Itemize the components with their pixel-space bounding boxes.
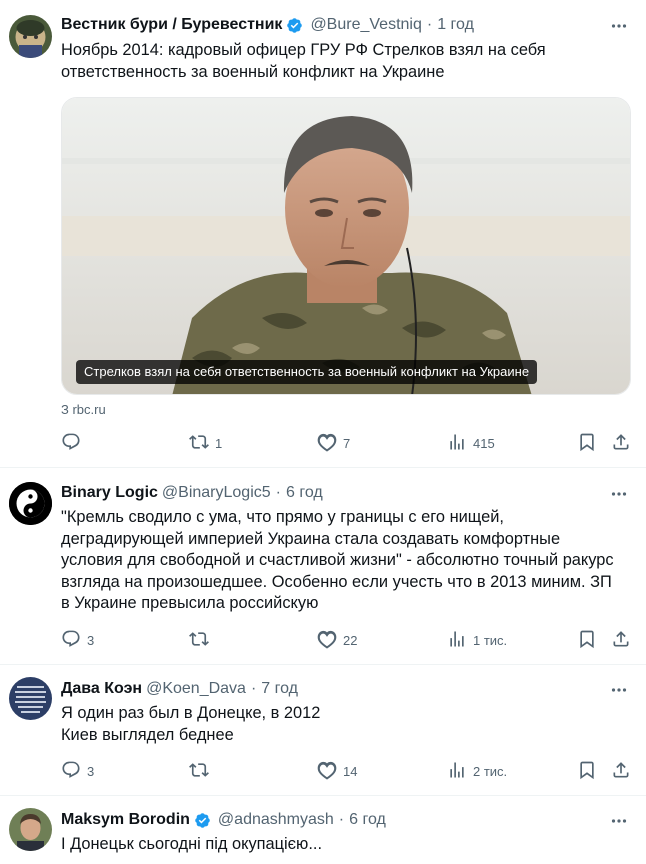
retweet-button[interactable] [189, 759, 215, 783]
retweet-icon [189, 432, 209, 455]
author-handle[interactable]: @Koen_Dava [146, 679, 246, 699]
tweet-2[interactable]: Binary Logic @BinaryLogic5 · 6 год "Крем… [0, 468, 646, 664]
tweet-header: Binary Logic @BinaryLogic5 · 6 год [61, 483, 323, 503]
heart-icon [317, 432, 337, 455]
avatar[interactable] [9, 482, 52, 525]
share-icon [611, 760, 631, 783]
tweet-text: Я один раз был в Донецке, в 2012 Киев вы… [61, 704, 321, 744]
author-name[interactable]: Binary Logic [61, 483, 158, 503]
separator-dot: · [338, 811, 345, 828]
more-options-icon[interactable] [609, 811, 629, 831]
like-count: 22 [343, 632, 358, 648]
author-name[interactable]: Вестник бури / Буревестник [61, 15, 282, 35]
views-button[interactable]: 415 [447, 431, 495, 455]
bookmark-icon [577, 629, 597, 652]
avatar[interactable] [9, 808, 52, 851]
retweet-icon [189, 760, 209, 783]
views-chart-icon [447, 760, 467, 783]
retweet-button[interactable]: 1 [189, 431, 222, 455]
tweet-actions: 3 14 2 тис. [61, 759, 631, 783]
author-name[interactable]: Дава Коэн [61, 679, 142, 699]
separator-dot: · [275, 484, 281, 501]
more-options-icon[interactable] [609, 484, 629, 504]
share-icon [611, 629, 631, 652]
tweet-text: І Донецьк сьогодні під окупацією... [61, 835, 323, 853]
bookmark-icon [577, 760, 597, 783]
tweet-header: Вестник бури / Буревестник @Bure_Vestniq… [61, 15, 474, 35]
retweet-count: 1 [215, 435, 223, 451]
link-card-image[interactable] [61, 97, 631, 395]
share-button[interactable] [611, 759, 631, 783]
tweet-text: "Кремль сводило с ума, что прямо у грани… [61, 508, 619, 613]
views-count: 415 [473, 435, 495, 451]
reply-icon [61, 432, 81, 455]
timestamp[interactable]: 1 год [437, 15, 474, 35]
separator-dot: · [250, 680, 257, 697]
views-button[interactable]: 2 тис. [447, 759, 507, 783]
views-button[interactable]: 1 тис. [447, 628, 507, 652]
bookmark-button[interactable] [577, 431, 597, 455]
avatar[interactable] [9, 15, 52, 58]
reply-button[interactable] [61, 431, 87, 455]
views-chart-icon [447, 629, 467, 652]
tweet-actions: 1 7 415 [61, 431, 631, 455]
tweet-3[interactable]: Дава Коэн @Koen_Dava · 7 год Я один раз … [0, 665, 646, 795]
like-count: 14 [343, 763, 358, 779]
tweet-header: Дава Коэн @Koen_Dava · 7 год [61, 679, 298, 699]
verified-badge-icon [194, 812, 211, 829]
author-handle[interactable]: @BinaryLogic5 [162, 483, 271, 503]
share-button[interactable] [611, 628, 631, 652]
like-button[interactable]: 7 [317, 431, 350, 455]
tweet-text: Ноябрь 2014: кадровый офицер ГРУ РФ Стре… [61, 41, 551, 81]
tweet-4[interactable]: Maksym Borodin @adnashmyash · 6 год І До… [0, 796, 646, 864]
views-chart-icon [447, 432, 467, 455]
retweet-button[interactable] [189, 628, 215, 652]
reply-count: 3 [87, 632, 95, 648]
verified-badge-icon [286, 17, 303, 34]
heart-icon [317, 629, 337, 652]
share-button[interactable] [611, 431, 631, 455]
bookmark-icon [577, 432, 597, 455]
more-options-icon[interactable] [609, 680, 629, 700]
reply-count: 3 [87, 763, 95, 779]
retweet-icon [189, 629, 209, 652]
tweet-1[interactable]: Вестник бури / Буревестник @Bure_Vestniq… [0, 0, 646, 463]
tweet-actions: 3 22 1 тис. [61, 628, 631, 652]
timestamp[interactable]: 6 год [286, 483, 323, 503]
like-count: 7 [343, 435, 351, 451]
like-button[interactable]: 22 [317, 628, 357, 652]
link-source[interactable]: З rbc.ru [61, 402, 106, 417]
avatar[interactable] [9, 677, 52, 720]
share-icon [611, 432, 631, 455]
views-count: 2 тис. [473, 763, 508, 779]
like-button[interactable]: 14 [317, 759, 357, 783]
timestamp[interactable]: 6 год [349, 810, 386, 830]
bookmark-button[interactable] [577, 759, 597, 783]
author-handle[interactable]: @Bure_Vestniq [310, 15, 421, 35]
more-options-icon[interactable] [609, 16, 629, 36]
reply-button[interactable]: 3 [61, 759, 94, 783]
tweet-header: Maksym Borodin @adnashmyash · 6 год [61, 810, 386, 830]
timestamp[interactable]: 7 год [261, 679, 298, 699]
reply-icon [61, 629, 81, 652]
heart-icon [317, 760, 337, 783]
author-handle[interactable]: @adnashmyash [218, 810, 334, 830]
author-name[interactable]: Maksym Borodin [61, 810, 190, 830]
separator-dot: · [426, 16, 433, 33]
reply-icon [61, 760, 81, 783]
link-card-caption[interactable]: Стрелков взял на себя ответственность за… [76, 360, 538, 384]
reply-button[interactable]: 3 [61, 628, 94, 652]
bookmark-button[interactable] [577, 628, 597, 652]
views-count: 1 тис. [473, 632, 508, 648]
